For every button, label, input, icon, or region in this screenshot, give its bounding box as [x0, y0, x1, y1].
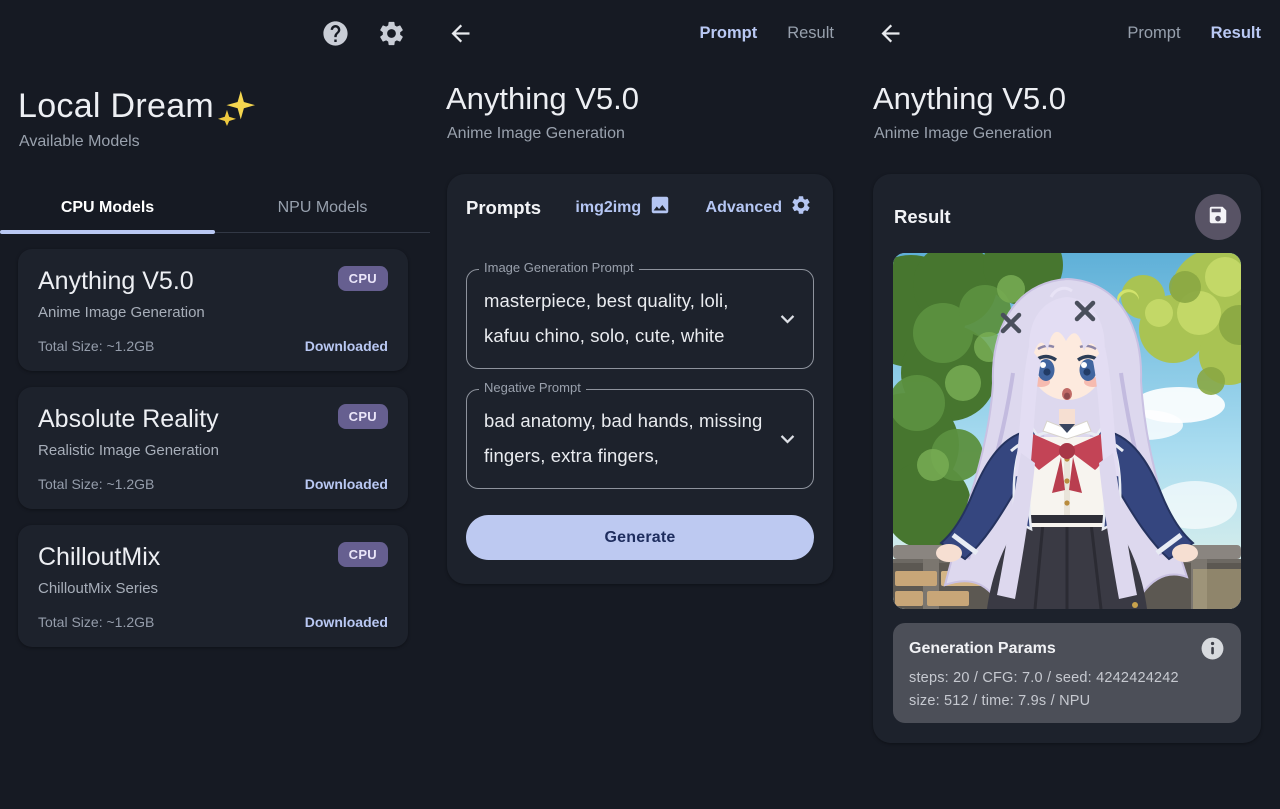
- model-card-top: Absolute Reality CPU: [38, 404, 388, 434]
- model-size: Total Size: ~1.2GB: [38, 476, 154, 492]
- result-card: Result: [873, 174, 1261, 743]
- model-card-top: Anything V5.0 CPU: [38, 266, 388, 296]
- prompts-card: Prompts img2img Advanced Image Generatio…: [447, 174, 833, 584]
- model-status-badge: Downloaded: [305, 476, 388, 492]
- model-description: Realistic Image Generation: [38, 442, 388, 459]
- img2img-button[interactable]: img2img: [575, 194, 671, 221]
- gear-icon: [790, 194, 812, 221]
- app-title-row: Local Dream: [0, 50, 430, 126]
- params-line-2: size: 512 / time: 7.9s / NPU: [909, 693, 1225, 709]
- save-floppy-icon: [1207, 204, 1229, 231]
- negative-prompt-text: bad anatomy, bad hands, missing fingers,…: [484, 403, 765, 473]
- generated-anime-image: [893, 253, 1241, 609]
- nav-tab-result[interactable]: Result: [1211, 24, 1261, 43]
- model-card-chilloutmix[interactable]: ChilloutMix CPU ChilloutMix Series Total…: [18, 525, 408, 647]
- nav-tab-prompt[interactable]: Prompt: [1127, 24, 1180, 43]
- app-title: Local Dream: [18, 86, 214, 126]
- field-label: Image Generation Prompt: [479, 260, 639, 275]
- prompt-screen-nav: Prompt Result: [430, 0, 860, 47]
- local-dream-app: Local Dream Available Models CPU Models …: [0, 0, 1280, 809]
- model-description: ChilloutMix Series: [38, 580, 388, 597]
- prompt-result-tabs: Prompt Result: [1127, 24, 1261, 43]
- save-image-button[interactable]: [1195, 194, 1241, 240]
- model-card-anything-v5[interactable]: Anything V5.0 CPU Anime Image Generation…: [18, 249, 408, 371]
- page-subtitle: Anime Image Generation: [860, 118, 1280, 143]
- help-button[interactable]: [321, 21, 350, 50]
- model-card-top: ChilloutMix CPU: [38, 542, 388, 572]
- field-label: Negative Prompt: [479, 380, 586, 395]
- image-generation-prompt-field[interactable]: Image Generation Prompt masterpiece, bes…: [466, 269, 814, 369]
- settings-button[interactable]: [377, 21, 406, 50]
- models-screen: Local Dream Available Models CPU Models …: [0, 0, 430, 809]
- prompts-label: Prompts: [466, 197, 541, 219]
- nav-tab-result[interactable]: Result: [787, 24, 834, 43]
- info-button[interactable]: [1200, 636, 1225, 661]
- cpu-badge: CPU: [338, 542, 388, 567]
- tab-npu-models[interactable]: NPU Models: [215, 187, 430, 232]
- model-status-badge: Downloaded: [305, 614, 388, 630]
- prompt-result-tabs: Prompt Result: [699, 24, 834, 43]
- page-title: Anything V5.0: [430, 47, 860, 118]
- chevron-down-icon: [774, 320, 801, 337]
- active-tab-indicator: [0, 230, 215, 234]
- model-card-absolute-reality[interactable]: Absolute Reality CPU Realistic Image Gen…: [18, 387, 408, 509]
- model-size: Total Size: ~1.2GB: [38, 614, 154, 630]
- negative-prompt-field[interactable]: Negative Prompt bad anatomy, bad hands, …: [466, 389, 814, 489]
- model-card-bottom: Total Size: ~1.2GB Downloaded: [38, 338, 388, 354]
- model-name: Absolute Reality: [38, 404, 219, 434]
- models-subtitle: Available Models: [0, 126, 430, 151]
- back-button[interactable]: [877, 20, 904, 47]
- generate-button[interactable]: Generate: [466, 515, 814, 560]
- nav-tab-prompt[interactable]: Prompt: [699, 24, 757, 43]
- model-size: Total Size: ~1.2GB: [38, 338, 154, 354]
- model-type-tabs: CPU Models NPU Models: [0, 187, 430, 233]
- cpu-badge: CPU: [338, 266, 388, 291]
- cpu-badge: CPU: [338, 404, 388, 429]
- model-description: Anime Image Generation: [38, 304, 388, 321]
- back-button[interactable]: [447, 20, 474, 47]
- arrow-left-icon: [447, 34, 474, 51]
- model-status-badge: Downloaded: [305, 338, 388, 354]
- img2img-label: img2img: [575, 199, 641, 217]
- model-name: Anything V5.0: [38, 266, 194, 296]
- chevron-down-icon: [774, 440, 801, 457]
- models-header: [0, 0, 430, 50]
- result-screen-nav: Prompt Result: [860, 0, 1280, 47]
- generation-params-panel: Generation Params steps: 20 / CFG: 7.0 /…: [893, 623, 1241, 723]
- prompt-text: masterpiece, best quality, loli, kafuu c…: [484, 283, 765, 353]
- info-icon: [1200, 648, 1225, 665]
- result-card-header: Result: [893, 194, 1241, 240]
- generation-params-header: Generation Params: [909, 636, 1225, 661]
- arrow-left-icon: [877, 34, 904, 51]
- model-card-bottom: Total Size: ~1.2GB Downloaded: [38, 476, 388, 492]
- expand-prompt-button[interactable]: [774, 306, 801, 333]
- prompts-card-header: Prompts img2img Advanced: [464, 194, 816, 221]
- tab-cpu-models[interactable]: CPU Models: [0, 187, 215, 232]
- result-label: Result: [893, 206, 951, 228]
- params-line-1: steps: 20 / CFG: 7.0 / seed: 4242424242: [909, 670, 1225, 686]
- image-icon: [649, 194, 671, 221]
- expand-negative-prompt-button[interactable]: [774, 426, 801, 453]
- model-list: Anything V5.0 CPU Anime Image Generation…: [0, 233, 430, 647]
- generation-params-title: Generation Params: [909, 640, 1056, 658]
- model-card-bottom: Total Size: ~1.2GB Downloaded: [38, 614, 388, 630]
- advanced-button[interactable]: Advanced: [706, 194, 812, 221]
- model-name: ChilloutMix: [38, 542, 160, 572]
- help-circle-icon: [321, 19, 350, 53]
- result-screen: Prompt Result Anything V5.0 Anime Image …: [860, 0, 1280, 809]
- sparkles-icon: [217, 88, 255, 126]
- page-title: Anything V5.0: [860, 47, 1280, 118]
- gear-icon: [377, 19, 406, 53]
- prompt-screen: Prompt Result Anything V5.0 Anime Image …: [430, 0, 860, 809]
- page-subtitle: Anime Image Generation: [430, 118, 860, 143]
- advanced-label: Advanced: [706, 199, 782, 217]
